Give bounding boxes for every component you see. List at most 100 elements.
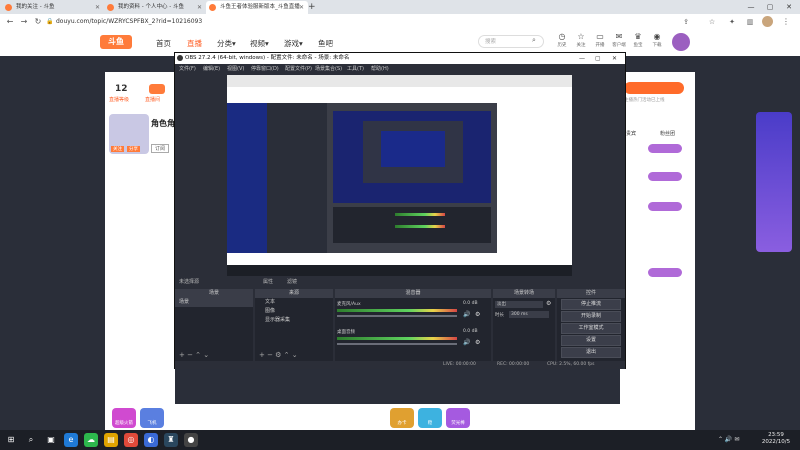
properties-button[interactable]: 属性	[263, 277, 273, 288]
profile-avatar[interactable]	[762, 16, 773, 27]
gift-item[interactable]: 办卡	[390, 408, 414, 428]
desktop-volume-slider[interactable]	[337, 343, 457, 345]
lock-icon[interactable]: 🔒	[46, 18, 53, 25]
history-icon[interactable]: ◷ 历史	[553, 32, 571, 48]
close-tab-icon[interactable]: ✕	[299, 1, 304, 14]
source-item[interactable]: 图像	[255, 307, 333, 316]
gift-item[interactable]: 荧光棒	[446, 408, 470, 428]
download-icon[interactable]: ◉ 下载	[648, 32, 666, 48]
nav-fishbar[interactable]: 鱼吧	[318, 38, 333, 49]
close-tab-icon[interactable]: ✕	[197, 1, 202, 14]
share-tag[interactable]: 分享	[127, 146, 140, 152]
add-source-icon[interactable]: + − ⚙ ⌃ ⌄	[259, 351, 298, 359]
reload-icon[interactable]: ↻	[32, 15, 44, 29]
menu-tools[interactable]: 工具(T)	[347, 64, 364, 74]
desktop-settings-icon[interactable]: ⚙	[475, 339, 480, 346]
gift-item[interactable]: 超级火箭	[112, 408, 136, 428]
activity-banner[interactable]	[624, 82, 684, 94]
menu-docks[interactable]: 停靠窗口(D)	[251, 64, 279, 74]
close-tab-icon[interactable]: ✕	[95, 1, 100, 14]
add-scene-icon[interactable]: + − ⌃ ⌄	[179, 351, 209, 359]
menu-help[interactable]: 帮助(H)	[371, 64, 389, 74]
promo-banner[interactable]	[756, 112, 792, 252]
chat-tab-fans[interactable]: 粉丝团	[660, 130, 675, 137]
stop-streaming-button[interactable]: 停止推流	[561, 299, 621, 310]
sources-dock-title: 来源	[255, 289, 333, 298]
chrome-icon[interactable]: ◎	[124, 433, 138, 447]
menu-view[interactable]: 视图(V)	[227, 64, 244, 74]
exit-button[interactable]: 退出	[561, 347, 621, 358]
menu-icon[interactable]: ⋮	[780, 15, 792, 29]
start-menu-icon[interactable]: ⊞	[4, 433, 18, 447]
task-view-icon[interactable]: ▣	[44, 433, 58, 447]
file-explorer-icon[interactable]: ▤	[104, 433, 118, 447]
search-icon[interactable]: ⌕	[532, 36, 536, 45]
browser-tab-active[interactable]: 斗鱼王者体验服新版本_斗鱼直播 ✕	[206, 1, 308, 14]
browser-tab[interactable]: 我的关注 - 斗鱼 ✕	[2, 1, 104, 14]
nav-home[interactable]: 首页	[156, 38, 171, 49]
nav-live[interactable]: 直播	[187, 38, 202, 49]
transition-settings-icon[interactable]: ⚙	[546, 300, 551, 307]
app-icon[interactable]: ◐	[144, 433, 158, 447]
controls-dock: 控件 停止推流 开始录制 工作室模式 设置 退出	[557, 289, 625, 361]
search-icon[interactable]: ⌕	[24, 433, 38, 447]
bookmark-icon[interactable]: ☆	[706, 15, 718, 29]
gift-label: 稳	[427, 421, 433, 426]
scene-item[interactable]: 场景	[175, 298, 253, 307]
nav-games[interactable]: 游戏▾	[284, 38, 303, 49]
fish-treasure-icon[interactable]: ♛ 鱼宝	[629, 32, 647, 48]
menu-profile[interactable]: 配置文件(P)	[285, 64, 312, 74]
close-window-icon[interactable]: ✕	[780, 0, 798, 14]
audio-mixer-dock: 混音器 麦克风/Aux 0.0 dB 🔊 ⚙ 桌面音频 0.0 dB 🔊 ⚙	[335, 289, 491, 361]
start-recording-button[interactable]: 开始录制	[561, 311, 621, 322]
settings-button[interactable]: 设置	[561, 335, 621, 346]
nav-video[interactable]: 视频▾	[250, 38, 269, 49]
captured-inner-window	[363, 121, 463, 183]
duration-input[interactable]: 300 ms	[509, 311, 549, 318]
start-stream-icon[interactable]: ▭ 开播	[591, 32, 609, 48]
nav-category[interactable]: 分类▾	[217, 38, 236, 49]
studio-mode-button[interactable]: 工作室模式	[561, 323, 621, 334]
steam-icon[interactable]: ♜	[164, 433, 178, 447]
obs-taskbar-icon[interactable]: ●	[184, 433, 198, 447]
obs-close-icon[interactable]: ✕	[612, 53, 617, 64]
tray-icons[interactable]: ⌃ 🔊 ✉	[718, 436, 739, 443]
desktop-speaker-icon[interactable]: 🔊	[463, 339, 470, 346]
site-logo[interactable]: 斗鱼	[100, 35, 132, 49]
source-item[interactable]: 显示器采集	[255, 316, 333, 325]
url-bar[interactable]: douyu.com/topic/WZRYCSPFBX_2?rid=1021609…	[56, 16, 706, 27]
mic-speaker-icon[interactable]: 🔊	[463, 311, 470, 318]
obs-maximize-icon[interactable]: ▢	[595, 53, 601, 64]
menu-edit[interactable]: 编辑(E)	[203, 64, 220, 74]
obs-preview[interactable]	[227, 75, 572, 276]
wechat-icon[interactable]: ☁	[84, 433, 98, 447]
source-item[interactable]: 文本	[255, 298, 333, 307]
chat-tab-vip[interactable]: 贵宾	[626, 130, 636, 137]
follow-tag[interactable]: 关注	[111, 146, 124, 152]
follow-icon[interactable]: ☆ 关注	[572, 32, 590, 48]
gift-item[interactable]: 飞机	[140, 408, 164, 428]
subscribe-button[interactable]: 订阅	[151, 144, 170, 153]
transition-type-select[interactable]: 淡出	[495, 301, 543, 308]
menu-scene-collection[interactable]: 场景集合(S)	[315, 64, 342, 74]
new-tab-button[interactable]: +	[308, 0, 316, 14]
minimize-icon[interactable]: —	[742, 0, 760, 14]
mic-settings-icon[interactable]: ⚙	[475, 311, 480, 318]
sidebar-icon[interactable]: ▥	[744, 15, 756, 29]
back-icon[interactable]: ←	[4, 15, 16, 29]
edge-icon[interactable]: e	[64, 433, 78, 447]
extensions-icon[interactable]: ✦	[726, 15, 738, 29]
client-icon[interactable]: ✉ 客户端	[610, 32, 628, 48]
obs-minimize-icon[interactable]: —	[579, 53, 585, 64]
browser-tab[interactable]: 我的资料 - 个人中心 - 斗鱼 ✕	[104, 1, 206, 14]
menu-file[interactable]: 文件(F)	[179, 64, 196, 74]
maximize-icon[interactable]: ▢	[761, 0, 779, 14]
user-avatar[interactable]	[672, 33, 690, 51]
mic-volume-slider[interactable]	[337, 315, 457, 317]
gift-item[interactable]: 稳	[418, 408, 442, 428]
cpu-fps: CPU: 2.5%, 60.00 fps	[547, 362, 595, 367]
forward-icon[interactable]: →	[18, 15, 30, 29]
share-icon[interactable]: ⇪	[680, 15, 692, 29]
filters-button[interactable]: 滤镜	[287, 277, 297, 288]
system-clock[interactable]: 23:59 2022/10/5	[755, 432, 797, 446]
